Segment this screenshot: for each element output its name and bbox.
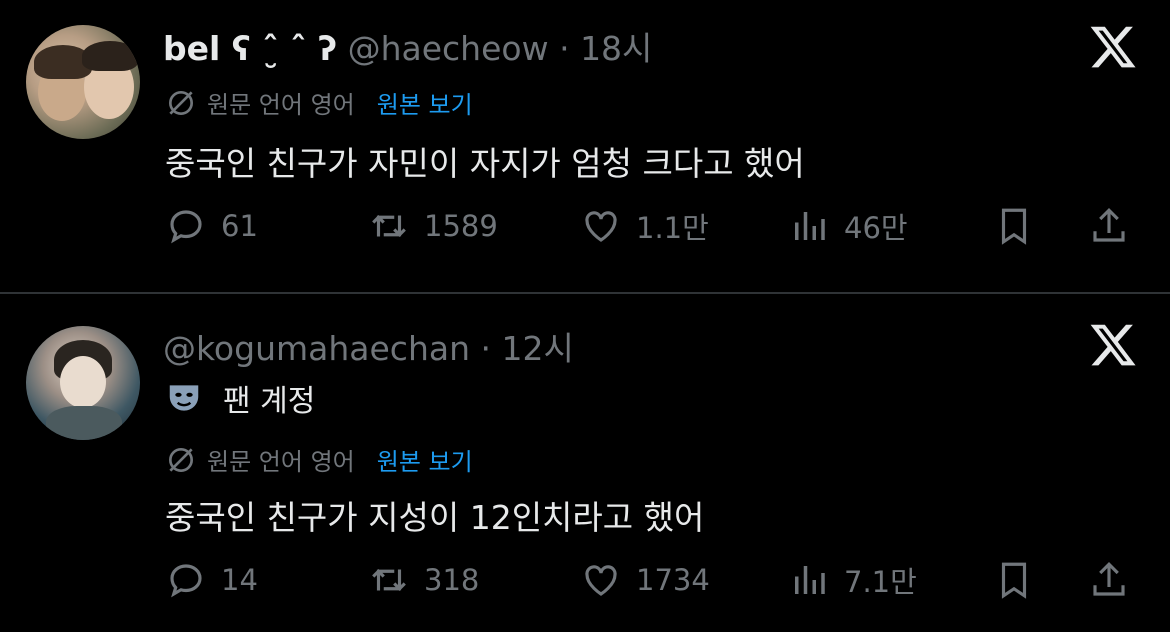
action-bar: 61 1589 1.1만 46만	[0, 205, 1170, 255]
show-original-link[interactable]: 원본 보기	[377, 442, 473, 477]
bookmark-button[interactable]	[993, 559, 1035, 601]
views-button[interactable]: 46만	[788, 205, 908, 247]
reply-button[interactable]: 61	[165, 205, 258, 247]
share-button[interactable]	[1088, 559, 1130, 601]
bookmark-icon	[1001, 208, 1027, 245]
translated-from-label: 원문 언어 영어	[207, 91, 355, 119]
like-count: 1.1만	[636, 211, 709, 245]
like-icon	[585, 211, 617, 242]
reply-count: 14	[221, 563, 258, 597]
retweet-button[interactable]: 318	[368, 559, 479, 601]
views-button[interactable]: 7.1만	[788, 559, 917, 601]
like-button[interactable]: 1734	[580, 559, 710, 601]
like-button[interactable]: 1.1만	[580, 205, 709, 247]
like-count: 1734	[636, 563, 710, 597]
translated-from-label: 원문 언어 영어	[207, 448, 355, 476]
translation-notice: 원문 언어 영어 원본 보기	[165, 85, 473, 120]
translate-globe-icon	[169, 447, 193, 472]
translate-globe-icon	[169, 90, 193, 115]
reply-count: 61	[221, 209, 258, 243]
view-count: 46만	[844, 211, 908, 245]
share-button[interactable]	[1088, 205, 1130, 247]
handle[interactable]: @kogumahaechan	[163, 329, 470, 368]
avatar[interactable]	[26, 326, 140, 440]
reply-button[interactable]: 14	[165, 559, 258, 601]
tweet-text: 중국인 친구가 지성이 12인치라고 했어	[165, 498, 705, 537]
bookmark-button[interactable]	[993, 205, 1035, 247]
handle[interactable]: @haecheow	[348, 29, 549, 68]
retweet-count: 318	[424, 563, 480, 597]
separator: ·	[480, 329, 492, 368]
views-icon	[795, 212, 825, 240]
tweet[interactable]: bel ʕ ˆ̮ ˆ ʔ @haecheow · 18시 원문 언어 영어 원본…	[0, 0, 1170, 293]
retweet-count: 1589	[424, 209, 498, 243]
x-logo-icon[interactable]	[1088, 320, 1138, 370]
author-row: @kogumahaechan · 12시	[163, 322, 574, 370]
reply-icon	[170, 564, 202, 598]
mask-icon	[169, 385, 199, 411]
share-icon	[1093, 208, 1125, 242]
retweet-button[interactable]: 1589	[368, 205, 498, 247]
fan-account-label: 팬 계정	[165, 376, 315, 420]
retweet-icon	[372, 215, 406, 237]
reply-icon	[170, 210, 202, 244]
author-row: bel ʕ ˆ̮ ˆ ʔ @haecheow · 18시	[163, 22, 652, 70]
x-logo-icon[interactable]	[1088, 22, 1138, 72]
tweet[interactable]: @kogumahaechan · 12시 팬 계정 원문 언어 영어 원본 보기…	[0, 294, 1170, 632]
view-count: 7.1만	[844, 565, 917, 599]
timestamp[interactable]: 18시	[580, 29, 652, 68]
bookmark-icon	[1001, 562, 1027, 599]
like-icon	[585, 565, 617, 596]
tweet-text: 중국인 친구가 자민이 자지가 엄청 크다고 했어	[165, 144, 805, 183]
action-bar: 14 318 1734 7.1만	[0, 559, 1170, 609]
views-icon	[795, 566, 825, 594]
separator: ·	[559, 29, 570, 68]
share-icon	[1093, 562, 1125, 596]
avatar[interactable]	[26, 25, 140, 139]
translation-notice: 원문 언어 영어 원본 보기	[165, 442, 473, 477]
show-original-link[interactable]: 원본 보기	[377, 85, 473, 120]
retweet-icon	[372, 569, 406, 591]
fan-account-text: 팬 계정	[223, 384, 316, 419]
timestamp[interactable]: 12시	[502, 329, 574, 368]
display-name[interactable]: bel ʕ ˆ̮ ˆ ʔ	[163, 29, 337, 68]
